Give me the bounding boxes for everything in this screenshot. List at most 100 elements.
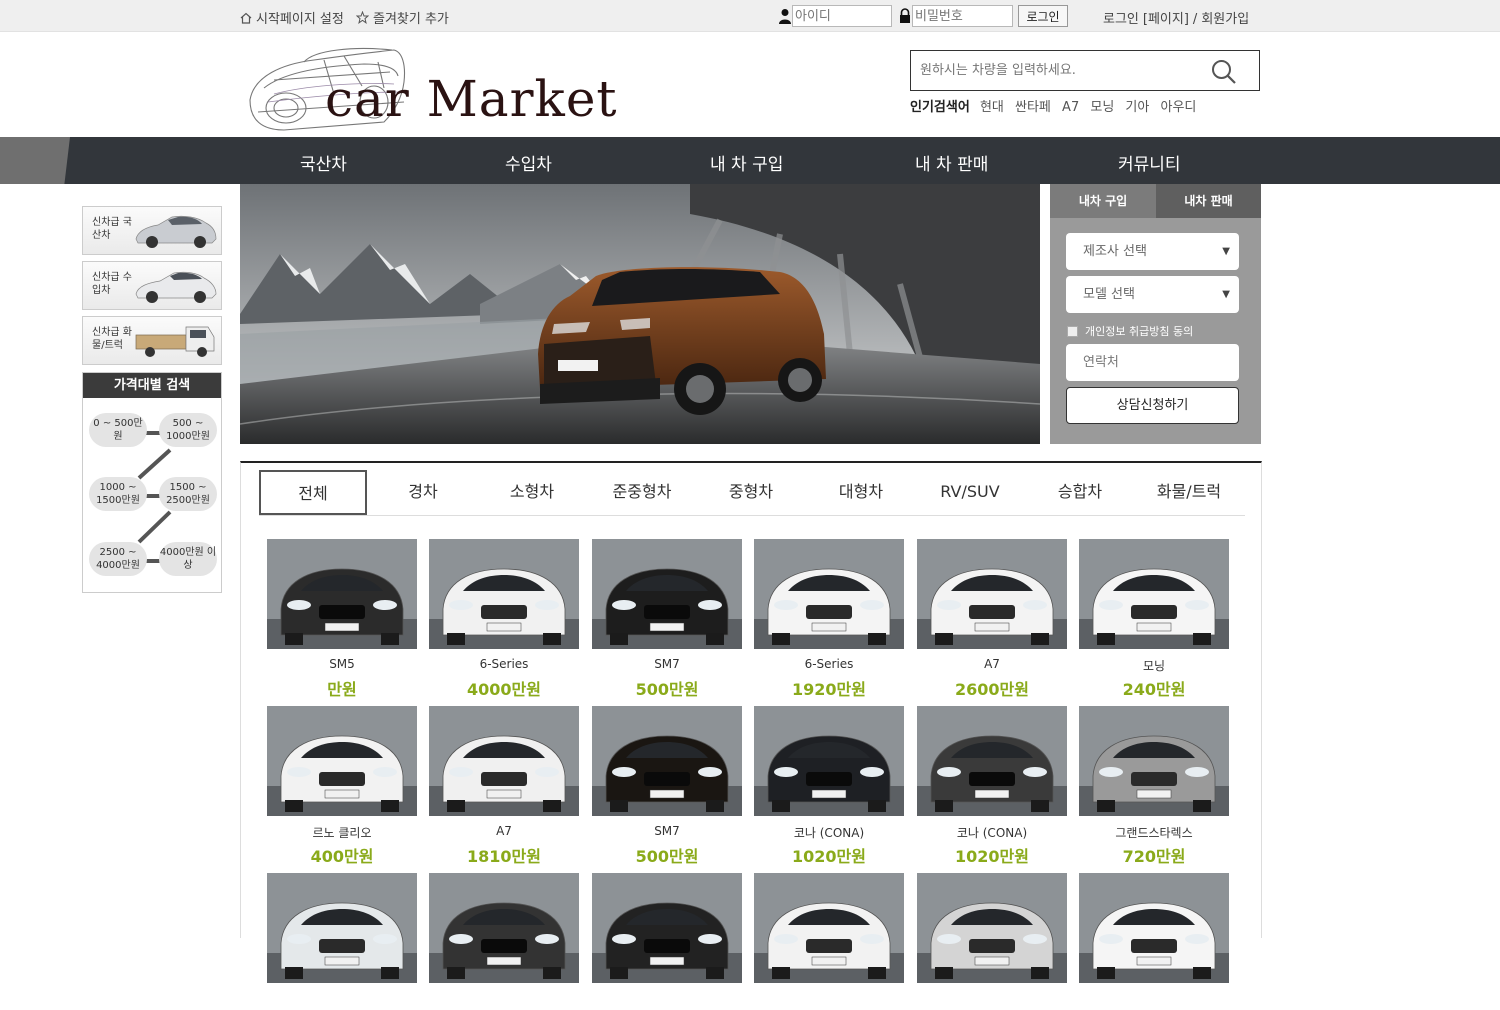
consult-submit-button[interactable]: 상담신청하기 [1066,387,1239,424]
star-icon [356,11,369,24]
product-card[interactable] [754,873,904,1010]
login-button[interactable]: 로그인 [1018,5,1068,27]
sidebar-card-label: 신차급 수입차 [92,272,132,296]
signup-link[interactable]: 회원가입 [1201,12,1249,27]
car-photo [592,706,742,816]
product-card[interactable] [592,873,742,1010]
product-card[interactable]: 코나 (CONA) 1020만원 [754,706,904,867]
nav-item-sell[interactable]: 내 차 판매 [915,150,988,175]
product-card[interactable]: SM7 500만원 [592,706,742,867]
product-name: SM7 [654,657,680,671]
car-photo [429,706,579,816]
category-tabs: 전체 경차 소형차 준중형차 중형차 대형차 RV/SUV 승합차 화물/트럭 [259,470,1245,516]
tab-sell-car[interactable]: 내차 판매 [1156,184,1261,218]
keyword-link[interactable]: 싼타페 [1015,100,1051,115]
sidebar-card-imported[interactable]: 신차급 수입차 [82,261,222,310]
car-image [135,215,217,248]
product-name: 르노 클리오 [312,826,372,840]
product-card[interactable]: 그랜드스타렉스 720만원 [1079,706,1229,867]
contact-input[interactable]: 연락처 [1066,344,1239,381]
tab-category-mid[interactable]: 중형차 [697,470,805,515]
product-price: 만원 [327,680,357,699]
tab-buy-car[interactable]: 내차 구입 [1050,184,1156,218]
price-range-search: 가격대별 검색 0 ~ 500만원 500 ~ 1000만원 1000 ~ 15… [82,372,222,593]
nav-item-domestic[interactable]: 국산차 [300,150,347,175]
product-price: 1920만원 [792,680,866,699]
chevron-down-icon: ▼ [1222,289,1230,300]
tab-category-all[interactable]: 전체 [259,470,367,515]
top-utility-bar: 시작페이지 설정 즐겨찾기 추가 로그인 로그인 [페이지]/회원가입 [0,0,1500,32]
nav-item-buy[interactable]: 내 차 구입 [710,150,783,175]
product-card[interactable] [429,873,579,1010]
product-name: A7 [984,657,1000,671]
maker-select-value: 제조사 선택 [1083,244,1147,259]
product-card[interactable]: 6-Series 4000만원 [429,539,579,700]
price-range-option[interactable]: 1500 ~ 2500만원 [159,477,217,511]
car-photo [754,706,904,816]
tab-category-compact[interactable]: 소형차 [478,470,586,515]
product-card[interactable]: SM5 만원 [267,539,417,700]
tab-category-suv[interactable]: RV/SUV [916,470,1024,515]
search-input[interactable] [911,51,1201,90]
main-nav: 국산차 수입차 내 차 구입 내 차 판매 커뮤니티 [0,137,1500,184]
price-range-option[interactable]: 2500 ~ 4000만원 [89,542,147,576]
privacy-agree: 개인정보 취급방침 동의 [1067,323,1193,339]
keyword-link[interactable]: 기아 [1125,100,1149,115]
price-range-option[interactable]: 0 ~ 500만원 [89,413,147,447]
product-card[interactable]: SM7 500만원 [592,539,742,700]
product-name: SM5 [329,657,355,671]
keyword-link[interactable]: 아우디 [1160,100,1196,115]
nav-item-imported[interactable]: 수입차 [505,150,552,175]
product-card[interactable] [1079,873,1229,1010]
tab-category-truck[interactable]: 화물/트럭 [1135,470,1243,515]
tab-category-large[interactable]: 대형차 [807,470,915,515]
product-name: 코나 (CONA) [793,826,865,840]
product-card[interactable]: 6-Series 1920만원 [754,539,904,700]
search-icon[interactable] [1211,59,1237,85]
set-homepage-label: 시작페이지 설정 [256,12,344,27]
maker-select[interactable]: 제조사 선택 ▼ [1066,233,1239,270]
product-price: 500만원 [635,847,699,866]
hero-banner[interactable] [240,184,1040,444]
lock-icon [900,8,910,23]
car-photo [917,706,1067,816]
password-input[interactable] [912,5,1013,27]
page-link[interactable]: [페이지] [1143,12,1189,27]
sidebar-card-truck[interactable]: 신차급 화물/트럭 [82,316,222,365]
logo-text[interactable]: car Market [325,70,618,128]
price-range-option[interactable]: 500 ~ 1000만원 [159,413,217,447]
privacy-checkbox[interactable] [1067,325,1078,337]
sidebar-card-label: 신차급 화물/트럭 [92,327,132,351]
product-name [917,991,1067,1005]
car-photo [1079,539,1229,649]
sidebar-card-domestic[interactable]: 신차급 국산차 [82,206,222,255]
car-photo [429,873,579,983]
price-range-title: 가격대별 검색 [83,373,221,398]
product-card[interactable]: 모닝 240만원 [1079,539,1229,700]
product-card[interactable]: A7 1810만원 [429,706,579,867]
car-photo [917,539,1067,649]
nav-item-community[interactable]: 커뮤니티 [1118,150,1181,175]
product-card[interactable] [917,873,1067,1010]
model-select[interactable]: 모델 선택 ▼ [1066,276,1239,313]
tab-category-van[interactable]: 승합차 [1026,470,1134,515]
keyword-link[interactable]: A7 [1062,100,1079,115]
link-separator: / [1192,12,1198,27]
product-name: 그랜드스타렉스 [1115,826,1193,840]
tab-category-light[interactable]: 경차 [369,470,477,515]
tab-category-semi-mid[interactable]: 준중형차 [588,470,696,515]
product-card[interactable]: 르노 클리오 400만원 [267,706,417,867]
model-select-value: 모델 선택 [1083,287,1135,302]
price-range-option[interactable]: 1000 ~ 1500만원 [89,477,147,511]
add-favorite-link[interactable]: 즐겨찾기 추가 [356,8,449,27]
login-link[interactable]: 로그인 [1103,12,1139,27]
product-card[interactable] [267,873,417,1010]
keyword-link[interactable]: 모닝 [1090,100,1114,115]
id-input[interactable] [792,5,892,27]
product-card[interactable]: A7 2600만원 [917,539,1067,700]
price-range-option[interactable]: 4000만원 이상 [159,542,217,576]
product-card[interactable]: 코나 (CONA) 1020만원 [917,706,1067,867]
add-favorite-label: 즐겨찾기 추가 [373,12,449,27]
keyword-link[interactable]: 현대 [980,100,1004,115]
set-homepage-link[interactable]: 시작페이지 설정 [240,8,344,27]
